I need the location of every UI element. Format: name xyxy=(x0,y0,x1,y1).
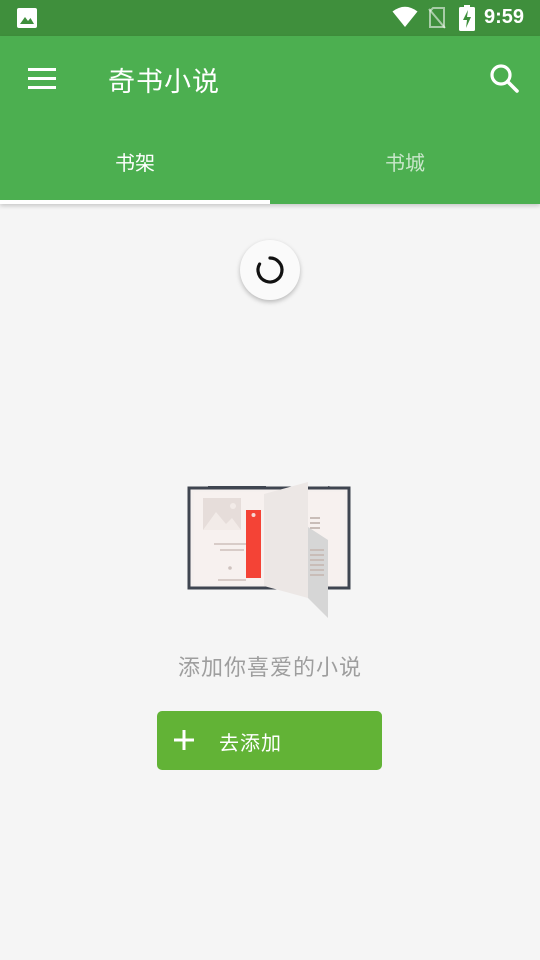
add-button-label: 去添加 xyxy=(219,731,282,755)
no-sim-icon xyxy=(428,7,446,29)
search-icon[interactable] xyxy=(484,58,524,98)
status-bar: 9:59 xyxy=(0,0,540,36)
plus-icon xyxy=(174,730,194,750)
tab-indicator xyxy=(0,200,270,204)
open-book-illustration xyxy=(187,482,351,618)
battery-charging-icon xyxy=(459,5,475,31)
loading-indicator xyxy=(240,240,300,300)
menu-icon[interactable] xyxy=(20,58,64,102)
refresh-spinner-icon xyxy=(256,256,284,284)
app-bar: 奇书小说 书架 书城 xyxy=(0,36,540,204)
tab-bar: 书架 书城 xyxy=(0,128,540,204)
app-title: 奇书小说 xyxy=(108,67,220,98)
gallery-icon xyxy=(17,8,37,28)
add-novel-button[interactable]: 去添加 xyxy=(157,711,382,770)
tab-bookstore[interactable]: 书城 xyxy=(270,128,540,204)
tab-bookshelf[interactable]: 书架 xyxy=(0,128,270,204)
status-time: 9:59 xyxy=(484,6,525,28)
wifi-icon xyxy=(392,6,418,27)
empty-state-text: 添加你喜爱的小说 xyxy=(177,656,362,681)
